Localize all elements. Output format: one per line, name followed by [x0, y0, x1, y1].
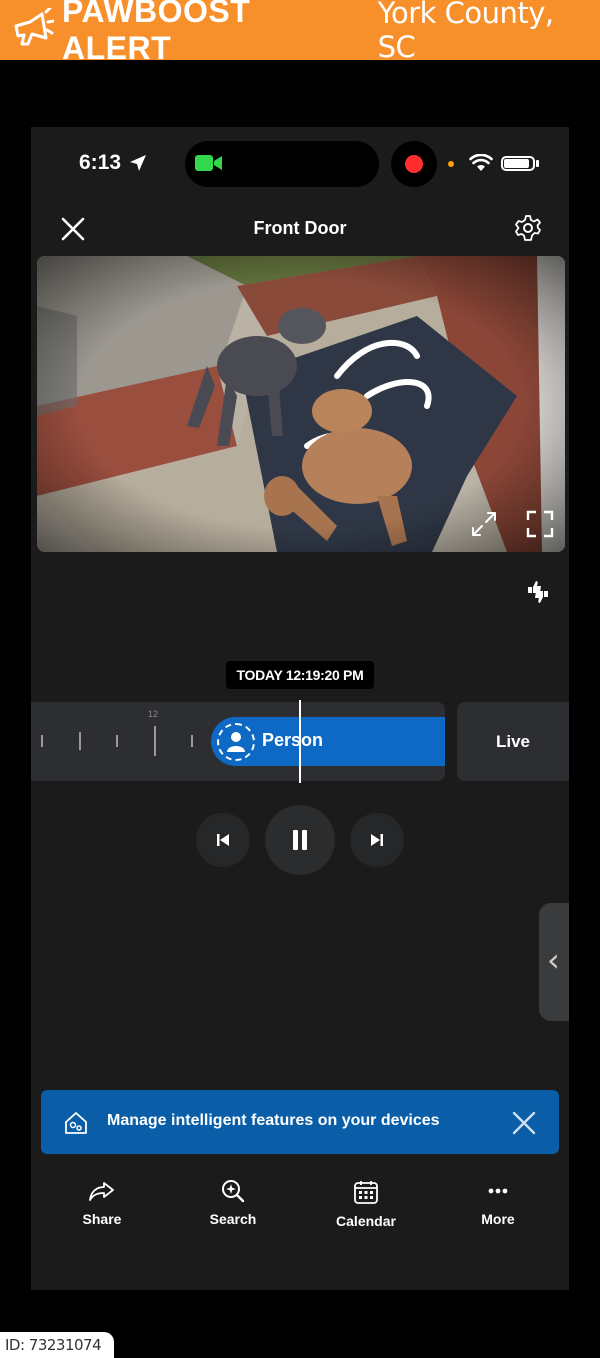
camera-header: Front Door	[31, 207, 569, 251]
person-icon	[217, 723, 255, 761]
expand-icon[interactable]	[469, 509, 499, 539]
pause-button[interactable]	[265, 805, 335, 875]
tab-label: More	[481, 1211, 515, 1227]
thumbs-up-down-icon[interactable]	[525, 579, 551, 605]
side-panel-handle[interactable]: ‹	[539, 903, 569, 1021]
timeline-tick	[154, 726, 156, 756]
pawboost-banner: PAWBOOST ALERT York County, SC	[0, 0, 600, 66]
pause-icon	[293, 830, 307, 850]
tab-label: Calendar	[336, 1213, 396, 1229]
recording-dot-icon	[391, 141, 437, 187]
facetime-camera-icon	[195, 155, 222, 171]
timeline-timestamp: TODAY 12:19:20 PM	[226, 661, 374, 689]
calendar-tab[interactable]: Calendar	[311, 1179, 421, 1229]
status-bar: 6:13	[31, 127, 569, 199]
event-label: Person	[262, 730, 324, 750]
tab-label: Search	[209, 1211, 257, 1227]
timeline-tick	[41, 735, 43, 747]
tab-label: Share	[82, 1211, 122, 1227]
fullscreen-icon[interactable]	[525, 509, 555, 539]
skip-next-icon	[371, 834, 383, 846]
more-tab[interactable]: More	[443, 1179, 553, 1227]
intelligent-features-banner[interactable]: Manage intelligent features on your devi…	[41, 1090, 559, 1154]
gear-icon[interactable]	[514, 214, 542, 242]
brand-title: PAWBOOST ALERT	[62, 0, 251, 66]
page-title: Front Door	[253, 218, 347, 238]
share-tab[interactable]: Share	[47, 1179, 157, 1227]
doorbell-camera-image	[37, 256, 565, 552]
mic-indicator-dot	[448, 161, 454, 167]
share-icon	[89, 1182, 114, 1201]
wifi-icon	[469, 154, 493, 171]
timeline-hour-label: 12	[148, 709, 159, 719]
timeline-tick	[116, 735, 118, 747]
dynamic-island	[185, 141, 379, 187]
battery-tip	[536, 160, 539, 167]
megaphone-icon	[14, 8, 54, 46]
timeline-tick	[191, 735, 193, 747]
calendar-icon	[354, 1181, 378, 1204]
phone-screen: 6:13 Front Door TODAY 12:19:20 PM 12 Per…	[31, 127, 569, 1290]
skip-previous-button[interactable]	[196, 813, 250, 867]
search-tab[interactable]: Search	[178, 1179, 288, 1227]
timeline-tick	[79, 732, 81, 750]
smart-home-icon	[65, 1112, 87, 1134]
camera-video-feed[interactable]	[37, 256, 565, 552]
image-id-tag: ID: 73231074	[0, 1332, 114, 1358]
skip-next-button[interactable]	[350, 813, 404, 867]
notice-text: Manage intelligent features on your devi…	[107, 1112, 440, 1129]
timeline-playhead[interactable]	[299, 700, 301, 783]
chevron-left-icon: ‹	[547, 941, 560, 979]
location-arrow-icon	[130, 155, 146, 171]
close-icon[interactable]	[511, 1110, 537, 1136]
alert-location: York County, SC	[377, 0, 555, 64]
battery-icon	[501, 156, 535, 171]
person-event-clip[interactable]: Person	[211, 717, 445, 766]
skip-previous-icon	[217, 834, 229, 846]
search-icon	[222, 1180, 245, 1203]
status-time: 6:13	[79, 151, 122, 174]
more-icon	[488, 1188, 508, 1194]
bottom-tab-bar: Share Search Calendar More	[31, 1179, 569, 1249]
event-timeline[interactable]: 12 Person	[31, 702, 445, 781]
live-button[interactable]: Live	[457, 702, 569, 781]
